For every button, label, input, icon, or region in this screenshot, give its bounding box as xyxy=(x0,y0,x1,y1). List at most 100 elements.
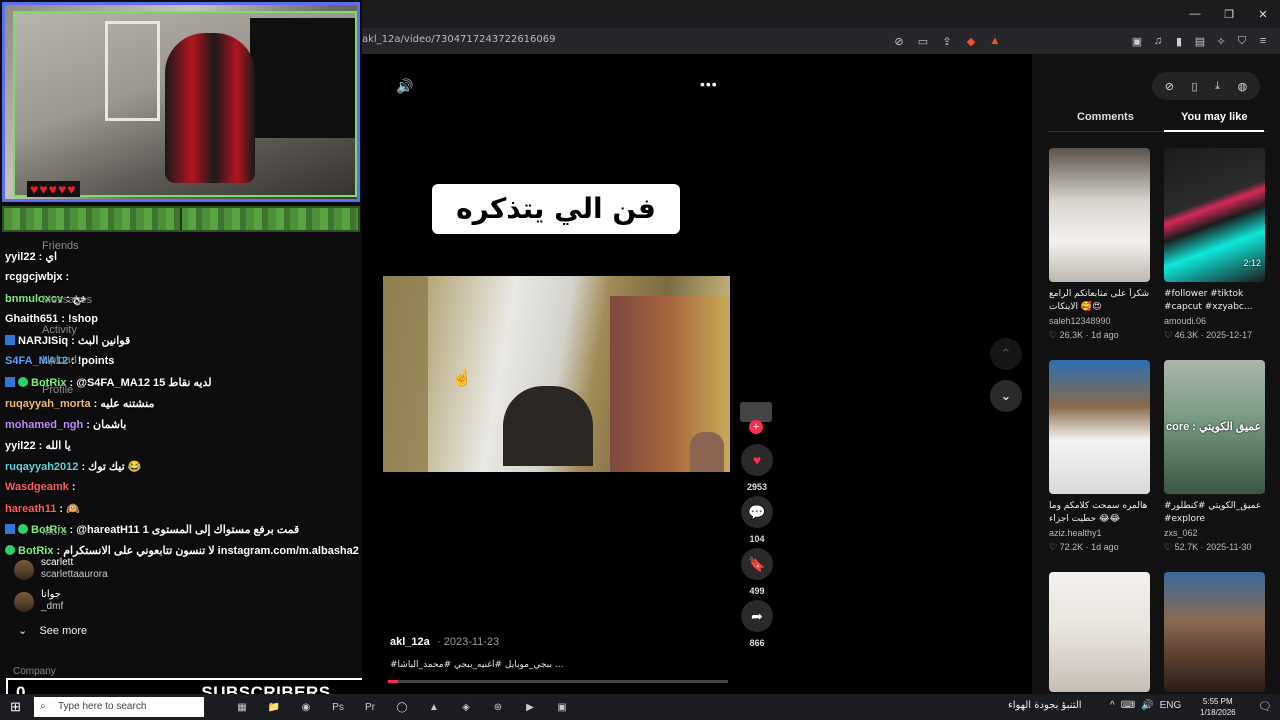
video-author[interactable]: akl_12a xyxy=(390,636,430,648)
url-text[interactable]: akl_12a/video/7304717243722616069 xyxy=(362,34,556,45)
video-card[interactable]: شكراً على متابعاتكم الرامع الاينكات 🥰😍 sa… xyxy=(1049,148,1150,341)
video-hashtags[interactable]: #ببجي_موبايل #اغنيه_ببجي #محمد_الباشا ..… xyxy=(390,660,563,670)
avatar xyxy=(14,592,34,612)
sidebar-icon[interactable]: ▮ xyxy=(1170,32,1188,50)
extensions-icon[interactable]: ✧ xyxy=(1212,32,1230,50)
chat-username[interactable]: mohamed_ngh xyxy=(5,419,83,431)
chat-message: BotRix : @S4FA_MA12 15 لديه نقاط xyxy=(5,376,212,389)
taskbar-app-icon[interactable]: ▲ xyxy=(422,697,446,717)
chat-username[interactable]: yyil22 xyxy=(5,251,36,263)
taskbar-app-icon[interactable]: Pr xyxy=(358,697,382,717)
card-user[interactable]: zxs_062 xyxy=(1164,528,1265,538)
more-options-icon[interactable]: ••• xyxy=(700,76,718,92)
video-card[interactable] xyxy=(1049,572,1150,692)
taskbar-app-icon[interactable]: Ps xyxy=(326,697,350,717)
embed-icon[interactable]: ⊘ xyxy=(1165,80,1174,93)
brave-rewards-icon[interactable]: ▲ xyxy=(986,32,1004,50)
chat-username[interactable]: ruqayyah2012 xyxy=(5,461,78,473)
taskbar-clock[interactable]: 5:55 PM 1/18/2026 xyxy=(1200,696,1236,718)
chat-text: قوانين البث xyxy=(77,335,131,347)
video-thumbnail[interactable] xyxy=(1164,572,1265,692)
video-card[interactable] xyxy=(1164,572,1265,692)
profile-icon[interactable]: ◍ xyxy=(1238,80,1248,93)
card-user[interactable]: saleh12348990 xyxy=(1049,316,1150,326)
tray-icon[interactable]: ^ xyxy=(1110,700,1115,711)
chat-username[interactable]: ruqayyah_morta xyxy=(5,398,91,410)
tab-comments[interactable]: Comments xyxy=(1077,111,1134,123)
screenshot-icon[interactable]: ▣ xyxy=(1128,32,1146,50)
volume-icon[interactable]: 🔊 xyxy=(396,78,413,95)
video-card[interactable]: core : عميق الكويتي #عميق_الكويتي #كنطلور… xyxy=(1164,360,1265,553)
company-link[interactable]: Company xyxy=(13,666,56,677)
video-frame[interactable] xyxy=(383,276,730,472)
card-title[interactable]: #follower #tiktok #capcut #xzyabc... xyxy=(1164,288,1265,314)
video-thumbnail[interactable] xyxy=(1049,572,1150,692)
save-button[interactable]: 🔖 xyxy=(741,548,773,580)
follow-plus-icon[interactable]: + xyxy=(749,420,763,434)
close-button[interactable]: ✕ xyxy=(1246,0,1280,28)
chat-username[interactable]: Wasdgeamk xyxy=(5,481,69,493)
notification-icon[interactable]: 🗨 xyxy=(1258,700,1272,713)
share-icon[interactable]: ⇪ xyxy=(938,32,956,50)
restore-button[interactable]: ❐ xyxy=(1212,0,1246,28)
taskbar-app-icon[interactable]: 📁 xyxy=(262,697,286,717)
video-progress-bar[interactable] xyxy=(388,680,728,683)
taskbar-app-icon[interactable]: ◈ xyxy=(454,697,478,717)
next-video-button[interactable]: ⌄ xyxy=(990,380,1022,412)
tray-icon[interactable]: 🔊 xyxy=(1141,700,1153,711)
card-title[interactable]: شكراً على متابعاتكم الرامع الاينكات 🥰😍 xyxy=(1049,288,1150,314)
video-card[interactable]: 2:12 #follower #tiktok #capcut #xzyabc...… xyxy=(1164,148,1265,341)
card-title[interactable]: #عميق_الكويتي #كنطلور #explore xyxy=(1164,500,1265,526)
meta-separator: · xyxy=(1083,542,1092,552)
download-icon[interactable]: ⤓ xyxy=(1215,80,1220,93)
share-button[interactable]: ➦ xyxy=(741,600,773,632)
video-thumbnail[interactable]: 2:12 xyxy=(1164,148,1265,282)
creator-avatar[interactable] xyxy=(740,402,772,422)
avatar xyxy=(14,560,34,580)
taskbar-app-icon[interactable]: ⊛ xyxy=(486,697,510,717)
minimize-button[interactable]: — xyxy=(1178,0,1212,28)
video-thumbnail[interactable] xyxy=(1049,148,1150,282)
wallet-icon[interactable]: ▤ xyxy=(1191,32,1209,50)
chat-text: باشمان xyxy=(93,419,127,431)
like-button[interactable]: ♥ xyxy=(741,444,773,476)
taskbar-app-icon[interactable]: ◉ xyxy=(294,697,318,717)
vpn-icon[interactable]: ⛉ xyxy=(1233,32,1251,50)
card-user[interactable]: amoudi.06 xyxy=(1164,316,1265,326)
brave-shield-icon[interactable]: ◆ xyxy=(962,32,980,50)
chat-username[interactable]: BotRix xyxy=(18,545,53,557)
chat-username[interactable]: yyil22 xyxy=(5,440,36,452)
card-title[interactable]: هالمره سمحت كلامكم وما حطيت اجزاء 😂😂 xyxy=(1049,500,1150,526)
address-bar[interactable]: akl_12a/video/7304717243722616069 ⊘ ▭ ⇪ … xyxy=(360,28,1280,54)
tray-icon[interactable]: ⌨ xyxy=(1121,700,1135,711)
thumbnail-text: core : عميق الكويتي xyxy=(1166,421,1262,433)
video-thumbnail[interactable] xyxy=(1049,360,1150,494)
previous-video-button[interactable]: ⌃ xyxy=(990,338,1022,370)
taskbar-app-icon[interactable]: ◯ xyxy=(390,697,414,717)
weather-widget[interactable]: التنبؤ بجودة الهواء xyxy=(1008,700,1082,711)
video-thumbnail[interactable]: core : عميق الكويتي xyxy=(1164,360,1265,494)
chat-username[interactable]: NARJISiq xyxy=(18,335,68,347)
taskbar-app-icon[interactable]: ▶ xyxy=(518,697,542,717)
address-icons: ⊘ ▭ ⇪ ◆ ▲ xyxy=(890,32,1004,50)
tray-icon[interactable]: ENG xyxy=(1160,700,1182,711)
menu-icon[interactable]: ≡ xyxy=(1254,32,1272,50)
tab-you-may-like[interactable]: You may like xyxy=(1181,111,1247,123)
windows-start-icon[interactable]: ⊞ xyxy=(10,699,21,715)
see-more-link[interactable]: ⌄ See more xyxy=(18,624,87,637)
video-card[interactable]: هالمره سمحت كلامكم وما حطيت اجزاء 😂😂 aziz… xyxy=(1049,360,1150,553)
chat-text: اي xyxy=(45,251,58,263)
phone-icon[interactable]: ▯ xyxy=(1192,80,1198,93)
media-icon[interactable]: ♫ xyxy=(1149,32,1167,50)
comment-button[interactable]: 💬 xyxy=(741,496,773,528)
reader-mode-icon[interactable]: ⊘ xyxy=(890,32,908,50)
taskbar-search[interactable]: Type here to search xyxy=(34,697,204,717)
taskbar-app-icon[interactable]: ▦ xyxy=(230,697,254,717)
taskbar-app-icon[interactable]: ▣ xyxy=(550,697,574,717)
chat-username[interactable]: hareath11 xyxy=(5,503,56,515)
chat-username[interactable]: rcggcjwbjx xyxy=(5,271,62,283)
stream-overlay: ♥♥♥♥♥ yyil22 : اي rcggcjwbjx : bnmuloxcv … xyxy=(0,0,526,720)
video-caption: فن الي يتذكره 2017 xyxy=(432,184,680,275)
cast-icon[interactable]: ▭ xyxy=(914,32,932,50)
card-user[interactable]: aziz.healthy1 xyxy=(1049,528,1150,538)
